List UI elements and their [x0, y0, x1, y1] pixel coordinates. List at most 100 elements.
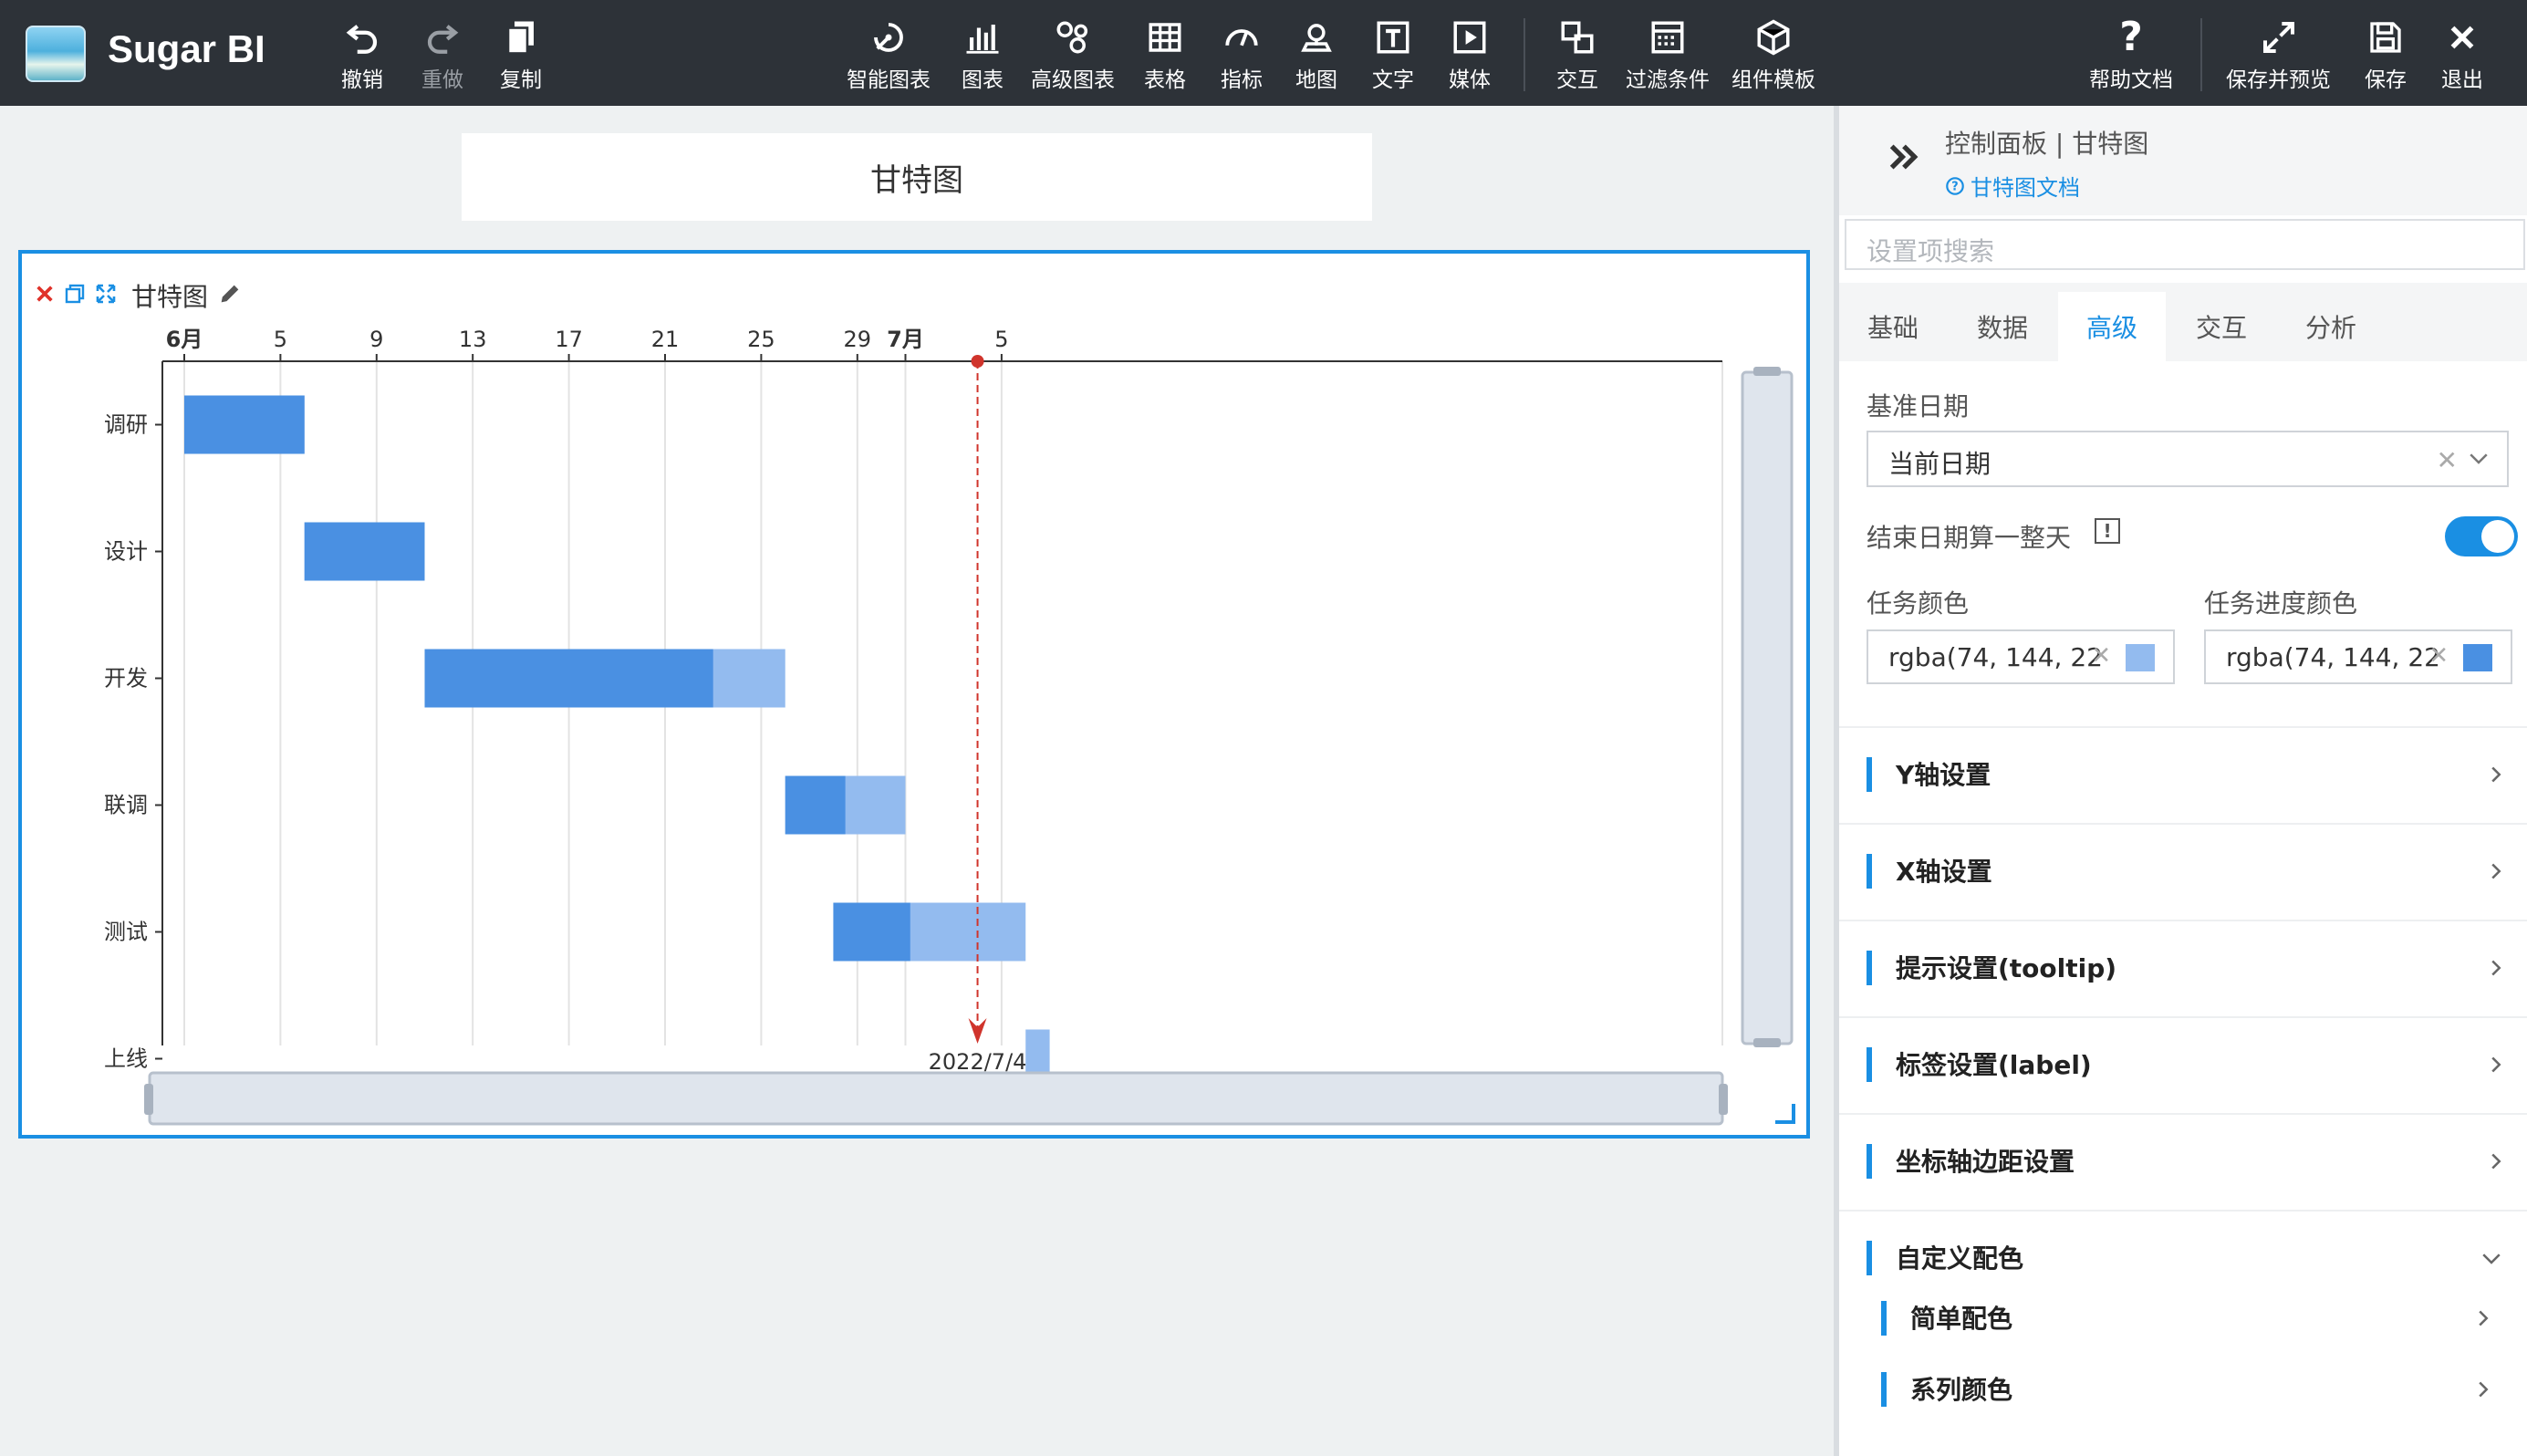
top-toolbar: Sugar BI 撤销 重做 复制 智能图表 图表 高级图表 表格 指标 地图 …	[0, 0, 2527, 106]
end-date-full-day-toggle[interactable]	[2445, 516, 2518, 556]
chart-button[interactable]: 图表	[962, 16, 1004, 95]
task-color-input[interactable]: rgba(74, 144, 22 ✕	[1867, 629, 2175, 684]
y-tick-label: 设计	[104, 539, 148, 565]
x-tick-label: 6月	[166, 327, 203, 352]
progress-color-input[interactable]: rgba(74, 144, 22 ✕	[2204, 629, 2512, 684]
text-button[interactable]: 文字	[1372, 16, 1414, 95]
interaction-button[interactable]: 交互	[1556, 16, 1598, 95]
horizontal-scrollbar[interactable]	[148, 1071, 1724, 1126]
chevron-down-icon	[2465, 442, 2492, 481]
section-tooltip[interactable]: 提示设置(tooltip)	[1839, 920, 2527, 1014]
tab-data[interactable]: 数据	[1949, 292, 2056, 361]
title-card[interactable]: 甘特图	[462, 133, 1372, 221]
progress-bar	[304, 522, 425, 581]
copy-label: 复制	[500, 68, 542, 92]
save-icon	[2367, 16, 2404, 58]
help-icon: ?	[2119, 14, 2143, 60]
redo-button[interactable]: 重做	[421, 16, 463, 95]
chart-label: 图表	[962, 68, 1004, 92]
vertical-scrollbar[interactable]	[1741, 370, 1794, 1045]
media-label: 媒体	[1449, 68, 1491, 92]
section-marker	[1867, 1241, 1872, 1275]
subsection-title: 系列颜色	[1910, 1375, 2013, 1405]
help-label: 帮助文档	[2089, 68, 2173, 92]
save-preview-label: 保存并预览	[2226, 68, 2331, 92]
task-color-label: 任务颜色	[1867, 588, 1970, 619]
filter-icon	[1648, 16, 1687, 58]
tab-basic[interactable]: 基础	[1839, 292, 1947, 361]
table-label: 表格	[1144, 68, 1186, 92]
redo-label: 重做	[421, 68, 463, 92]
gantt-widget[interactable]: 甘特图 6月 5 9 13 17 21 25 29 7月 5 调研 设计 开发 联调 测试 上线 2022/…	[18, 250, 1810, 1139]
tab-interaction[interactable]: 交互	[2168, 292, 2275, 361]
indicator-label: 指标	[1221, 68, 1263, 92]
info-icon[interactable]: !	[2095, 518, 2120, 544]
collapse-double-chevron-icon[interactable]	[1885, 139, 1923, 179]
redo-icon	[423, 16, 462, 58]
y-tick-label: 开发	[104, 666, 148, 692]
subsection-series-colors[interactable]: 系列颜色	[1839, 1354, 2527, 1427]
section-y-axis[interactable]: Y轴设置	[1839, 726, 2527, 821]
copy-icon	[504, 16, 538, 58]
toggle-knob	[2481, 520, 2514, 553]
settings-search-input[interactable]: 设置项搜索	[1845, 219, 2525, 270]
x-tick-label: 5	[994, 327, 1008, 352]
svg-text:?: ?	[1951, 180, 1958, 193]
y-tick-label: 上线	[104, 1046, 148, 1072]
subsection-simple-colors[interactable]: 简单配色	[1839, 1283, 2527, 1356]
progress-color-swatch[interactable]	[2463, 644, 2492, 671]
horizontal-scroll-handle-left[interactable]	[144, 1084, 153, 1115]
template-button[interactable]: 组件模板	[1731, 16, 1815, 95]
tab-analysis[interactable]: 分析	[2277, 292, 2385, 361]
horizontal-scroll-handle-right[interactable]	[1719, 1084, 1728, 1115]
clear-icon[interactable]: ✕	[2091, 642, 2111, 670]
clear-icon[interactable]: ✕	[2428, 642, 2449, 670]
x-tick-label: 13	[459, 327, 487, 352]
toolbar-divider	[2200, 18, 2202, 91]
base-date-label: 基准日期	[1867, 391, 1970, 421]
chevron-right-icon	[2487, 954, 2505, 985]
filter-label: 过滤条件	[1626, 68, 1710, 92]
progress-bar	[833, 902, 910, 962]
copy-button[interactable]: 复制	[500, 16, 542, 95]
tab-advanced[interactable]: 高级	[2058, 292, 2166, 361]
vertical-scroll-handle-bottom[interactable]	[1753, 1038, 1781, 1047]
x-tick-label: 21	[651, 327, 680, 352]
save-preview-button[interactable]: 保存并预览	[2226, 16, 2331, 95]
task-color-value: rgba(74, 144, 22	[1888, 642, 2103, 672]
control-panel: 控制面板 | 甘特图 ? 甘特图文档 设置项搜索 基础 数据 高级 交互 分析 …	[1834, 106, 2527, 1456]
smart-chart-button[interactable]: 智能图表	[847, 16, 931, 95]
filter-button[interactable]: 过滤条件	[1626, 16, 1710, 95]
base-date-select[interactable]: 当前日期 ✕	[1867, 431, 2509, 487]
task-color-swatch[interactable]	[2126, 644, 2155, 671]
resize-handle[interactable]	[1775, 1104, 1795, 1124]
clear-icon[interactable]: ✕	[2437, 445, 2458, 475]
gantt-x-axis: 6月 5 9 13 17 21 25 29 7月 5	[162, 327, 1722, 362]
table-button[interactable]: 表格	[1144, 16, 1186, 95]
section-marker	[1867, 951, 1872, 985]
interaction-icon	[1558, 16, 1596, 58]
section-axis-margin[interactable]: 坐标轴边距设置	[1839, 1113, 2527, 1208]
save-button[interactable]: 保存	[2365, 16, 2407, 95]
undo-button[interactable]: 撤销	[341, 16, 383, 95]
exit-button[interactable]: 退出	[2441, 16, 2483, 95]
section-label[interactable]: 标签设置(label)	[1839, 1016, 2527, 1111]
media-button[interactable]: 媒体	[1449, 16, 1491, 95]
panel-title: 控制面板 | 甘特图	[1945, 129, 2149, 159]
section-x-axis[interactable]: X轴设置	[1839, 823, 2527, 918]
map-button[interactable]: 地图	[1295, 16, 1337, 95]
doc-link[interactable]: ? 甘特图文档	[1945, 170, 2080, 202]
subsection-marker	[1881, 1301, 1887, 1336]
chevron-right-icon	[2474, 1376, 2492, 1407]
advanced-chart-button[interactable]: 高级图表	[1031, 16, 1115, 95]
x-tick-label: 29	[844, 327, 872, 352]
section-title: Y轴设置	[1896, 760, 1991, 790]
expand-icon	[2261, 16, 2297, 58]
interaction-label: 交互	[1556, 68, 1598, 92]
base-date-value: 当前日期	[1888, 449, 1991, 479]
vertical-scroll-handle-top[interactable]	[1753, 367, 1781, 376]
indicator-button[interactable]: 指标	[1221, 16, 1263, 95]
y-tick-label: 调研	[104, 412, 148, 438]
help-button[interactable]: ? 帮助文档	[2089, 16, 2173, 95]
y-tick-label: 测试	[104, 920, 148, 945]
